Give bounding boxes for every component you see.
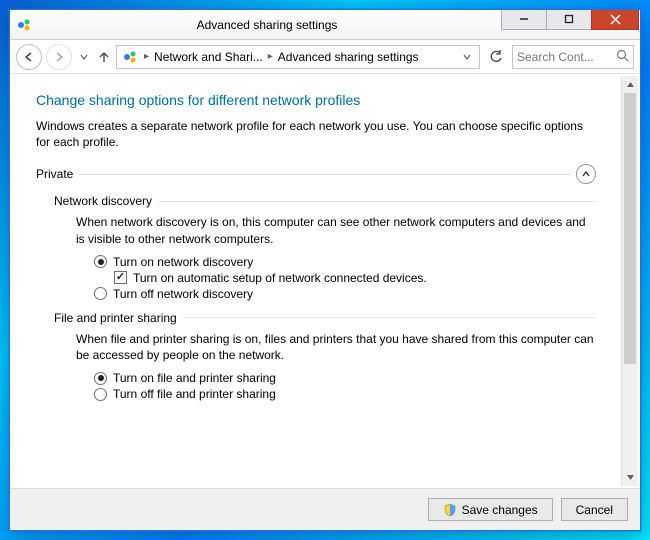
radio-nd-off-label: Turn off network discovery (113, 287, 253, 301)
close-button[interactable] (591, 10, 639, 30)
maximize-icon (564, 14, 574, 24)
scroll-thumb[interactable] (624, 93, 636, 364)
breadcrumb-seg-2[interactable]: Advanced sharing settings (276, 50, 421, 64)
refresh-icon (489, 50, 503, 64)
scroll-down-button[interactable] (622, 469, 638, 486)
radio-nd-off[interactable]: Turn off network discovery (94, 287, 596, 301)
app-icon (16, 17, 32, 33)
back-icon (23, 51, 35, 63)
minimize-button[interactable] (501, 10, 547, 30)
footer: Save changes Cancel (10, 488, 640, 530)
radio-icon (94, 388, 107, 401)
breadcrumb-seg-1[interactable]: Network and Shari... (152, 50, 265, 64)
window-title: Advanced sharing settings (32, 18, 502, 32)
section-private-label: Private (36, 167, 79, 181)
network-icon (122, 49, 138, 65)
radio-nd-on[interactable]: Turn on network discovery (94, 255, 596, 269)
triangle-up-icon (626, 80, 635, 89)
triangle-down-icon (626, 473, 635, 482)
chevron-right-icon: ▸ (265, 51, 276, 62)
divider (158, 201, 596, 202)
search-input[interactable]: Search Cont... (512, 45, 634, 69)
content-area: Change sharing options for different net… (10, 74, 640, 488)
divider (183, 317, 596, 318)
minimize-icon (519, 14, 529, 24)
scroll-up-button[interactable] (622, 76, 638, 93)
radio-fp-on[interactable]: Turn on file and printer sharing (94, 371, 596, 385)
refresh-button[interactable] (484, 45, 508, 69)
collapse-private-button[interactable] (576, 164, 596, 184)
close-icon (610, 14, 621, 25)
page-lead: Windows creates a separate network profi… (36, 118, 596, 150)
checkbox-nd-auto[interactable]: Turn on automatic setup of network conne… (94, 271, 596, 285)
maximize-button[interactable] (546, 10, 592, 30)
recent-locations-button[interactable] (76, 53, 92, 61)
radio-icon (94, 372, 107, 385)
navbar: ▸ Network and Shari... ▸ Advanced sharin… (10, 40, 640, 74)
radio-fp-off-label: Turn off file and printer sharing (113, 387, 276, 401)
save-changes-label: Save changes (462, 503, 538, 517)
subsection-network-discovery: Network discovery When network discovery… (54, 194, 596, 300)
checkbox-nd-auto-label: Turn on automatic setup of network conne… (133, 271, 427, 285)
radio-nd-on-label: Turn on network discovery (113, 255, 253, 269)
up-icon (97, 50, 111, 64)
back-button[interactable] (16, 44, 42, 70)
window-buttons (502, 10, 639, 32)
cancel-button[interactable]: Cancel (561, 498, 628, 521)
save-changes-button[interactable]: Save changes (428, 498, 553, 521)
forward-icon (53, 51, 65, 63)
radio-icon (94, 287, 107, 300)
shield-icon (443, 503, 457, 517)
scroll-track[interactable] (622, 93, 638, 469)
chevron-right-icon: ▸ (141, 51, 152, 62)
chevron-down-icon (80, 53, 88, 61)
search-icon (616, 49, 629, 65)
forward-button[interactable] (46, 44, 72, 70)
divider (79, 174, 570, 175)
chevron-down-icon (463, 53, 471, 61)
checkbox-icon (114, 271, 127, 284)
section-private: Private (36, 164, 596, 184)
radio-icon (94, 255, 107, 268)
page-heading: Change sharing options for different net… (36, 92, 596, 108)
search-placeholder: Search Cont... (517, 50, 594, 64)
network-discovery-title: Network discovery (54, 194, 152, 208)
file-printer-desc: When file and printer sharing is on, fil… (76, 331, 596, 363)
file-printer-title: File and printer sharing (54, 311, 177, 325)
chevron-up-icon (581, 169, 591, 179)
cancel-label: Cancel (576, 503, 613, 517)
titlebar: Advanced sharing settings (10, 10, 640, 40)
breadcrumb[interactable]: ▸ Network and Shari... ▸ Advanced sharin… (116, 45, 480, 69)
breadcrumb-dropdown[interactable] (457, 50, 477, 64)
radio-fp-on-label: Turn on file and printer sharing (113, 371, 276, 385)
vertical-scrollbar[interactable] (621, 76, 638, 486)
subsection-file-printer: File and printer sharing When file and p… (54, 311, 596, 401)
up-button[interactable] (96, 50, 112, 64)
radio-fp-off[interactable]: Turn off file and printer sharing (94, 387, 596, 401)
window: Advanced sharing settings (9, 9, 641, 531)
network-discovery-desc: When network discovery is on, this compu… (76, 214, 596, 246)
